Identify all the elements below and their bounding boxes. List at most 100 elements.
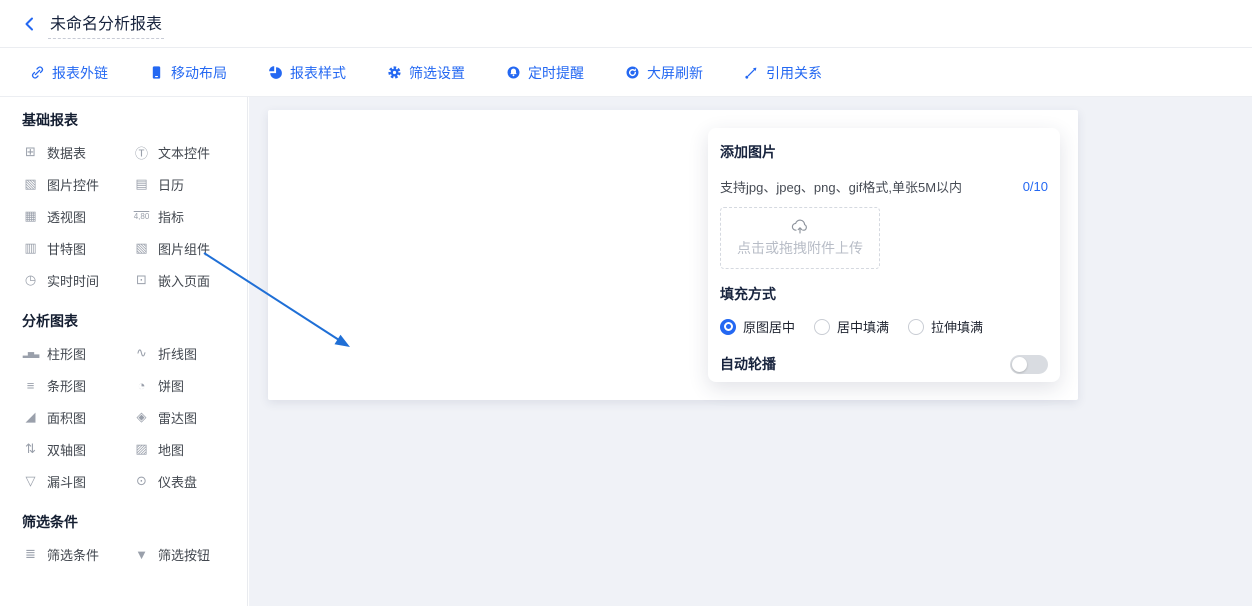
toolbar-item-report-style[interactable]: 报表样式 <box>268 63 346 83</box>
sidebar-item-calendar[interactable]: ▤ 日历 <box>133 168 247 200</box>
sidebar-item-filter-condition[interactable]: ≣ 筛选条件 <box>22 538 133 570</box>
sidebar-item-gantt-chart[interactable]: ▥ 甘特图 <box>22 232 133 264</box>
calendar-icon: ▤ <box>133 176 150 192</box>
report-style-pie-icon <box>268 65 283 80</box>
sidebar-item-line-chart[interactable]: ∿ 折线图 <box>133 337 247 369</box>
sidebar-item-map-chart[interactable]: ▨ 地图 <box>133 433 247 465</box>
sidebar-item-area-chart[interactable]: ◢ 面积图 <box>22 401 133 433</box>
sidebar-item-filter-button[interactable]: ▼ 筛选按钮 <box>133 538 247 570</box>
radio-label: 居中填满 <box>837 317 889 336</box>
radio-unselected-icon[interactable] <box>814 319 830 335</box>
sidebar-item-label: 雷达图 <box>158 408 197 427</box>
sidebar-item-indicator[interactable]: 4,80 指标 <box>133 200 247 232</box>
sidebar-item-bar-chart[interactable]: ≡ 条形图 <box>22 369 133 401</box>
auto-carousel-toggle[interactable] <box>1010 355 1048 374</box>
upload-count: 0/10 <box>1023 179 1048 194</box>
fill-option-stretch-fill[interactable]: 拉伸填满 <box>908 317 983 336</box>
fill-option-center-fill[interactable]: 居中填满 <box>814 317 889 336</box>
format-hint-row: 支持jpg、jpeg、png、gif格式,单张5M以内 0/10 <box>720 177 1048 196</box>
fill-mode-options: 原图居中 居中填满 拉伸填满 <box>720 317 1048 336</box>
radio-unselected-icon[interactable] <box>908 319 924 335</box>
section-title-basic-reports: 基础报表 <box>22 110 247 130</box>
sidebar-item-embed-page[interactable]: ⊡ 嵌入页面 <box>133 264 247 296</box>
sidebar-item-column-chart[interactable]: ▂▅▃ 柱形图 <box>22 337 133 369</box>
analysis-charts-grid: ▂▅▃ 柱形图 ∿ 折线图 ≡ 条形图 ◔ 饼图 ◢ 面积图 ◈ 雷达图 <box>22 337 247 497</box>
area-chart-icon: ◢ <box>22 409 39 425</box>
sidebar-item-realtime-clock[interactable]: ◷ 实时时间 <box>22 264 133 296</box>
toolbar-item-filter-settings[interactable]: 筛选设置 <box>387 63 465 83</box>
sidebar-item-gauge-chart[interactable]: ⊙ 仪表盘 <box>133 465 247 497</box>
report-builder-app: 未命名分析报表 报表外链 移动布局 报表样式 <box>0 0 1252 606</box>
image-settings-panel: 添加图片 支持jpg、jpeg、png、gif格式,单张5M以内 0/10 点击… <box>708 128 1060 382</box>
toolbar-label: 移动布局 <box>171 63 227 83</box>
sidebar-item-label: 文本控件 <box>158 143 210 162</box>
back-button[interactable] <box>20 14 40 34</box>
funnel-chart-icon: ▽ <box>22 473 39 489</box>
sidebar-item-label: 图片控件 <box>47 175 99 194</box>
data-table-icon: ⊞ <box>22 144 39 160</box>
chevron-left-icon <box>22 16 38 32</box>
indicator-icon: 4,80 <box>133 212 150 221</box>
toolbar-label: 报表样式 <box>290 63 346 83</box>
toolbar-label: 大屏刷新 <box>647 63 703 83</box>
sidebar-item-label: 漏斗图 <box>47 472 86 491</box>
section-title-analysis-charts: 分析图表 <box>22 311 247 331</box>
toolbar: 报表外链 移动布局 报表样式 筛选设置 <box>0 49 1252 97</box>
sidebar-item-image-component[interactable]: ▧ 图片组件 <box>133 232 247 264</box>
upload-dropzone[interactable]: 点击或拖拽附件上传 <box>720 207 880 269</box>
toolbar-label: 报表外链 <box>52 63 108 83</box>
toolbar-item-reference-relation[interactable]: 引用关系 <box>744 63 822 83</box>
sidebar-item-label: 甘特图 <box>47 239 86 258</box>
sidebar-item-funnel-chart[interactable]: ▽ 漏斗图 <box>22 465 133 497</box>
image-widget-icon: ▧ <box>22 176 39 192</box>
sidebar-item-label: 实时时间 <box>47 271 99 290</box>
pie-chart-icon: ◔ <box>133 378 150 393</box>
sidebar-item-label: 嵌入页面 <box>158 271 210 290</box>
panel-title: 添加图片 <box>720 142 1048 162</box>
main-area: 添加图片 支持jpg、jpeg、png、gif格式,单张5M以内 0/10 点击… <box>249 97 1252 606</box>
sidebar-item-image-widget[interactable]: ▧ 图片控件 <box>22 168 133 200</box>
sidebar-item-pie-chart[interactable]: ◔ 饼图 <box>133 369 247 401</box>
report-title[interactable]: 未命名分析报表 <box>48 8 164 39</box>
widget-sidebar: 基础报表 ⊞ 数据表 Ⓣ 文本控件 ▧ 图片控件 ▤ 日历 ▦ 透视图 <box>0 97 248 606</box>
gauge-chart-icon: ⊙ <box>133 473 150 489</box>
pivot-table-icon: ▦ <box>22 208 39 224</box>
mobile-layout-icon <box>149 65 164 80</box>
sidebar-item-data-table[interactable]: ⊞ 数据表 <box>22 136 133 168</box>
fill-option-original-center[interactable]: 原图居中 <box>720 317 795 336</box>
bar-chart-icon: ≡ <box>22 378 39 393</box>
sidebar-item-label: 条形图 <box>47 376 86 395</box>
section-title-filter-conditions: 筛选条件 <box>22 512 247 532</box>
sidebar-item-label: 数据表 <box>47 143 86 162</box>
sidebar-item-label: 折线图 <box>158 344 197 363</box>
sidebar-item-radar-chart[interactable]: ◈ 雷达图 <box>133 401 247 433</box>
toolbar-label: 引用关系 <box>766 63 822 83</box>
fill-mode-label: 填充方式 <box>720 284 1048 304</box>
dual-axis-chart-icon: ⇅ <box>22 441 39 457</box>
sidebar-item-pivot-table[interactable]: ▦ 透视图 <box>22 200 133 232</box>
upload-label: 点击或拖拽附件上传 <box>737 238 863 258</box>
toggle-knob <box>1012 357 1027 372</box>
sidebar-item-text-widget[interactable]: Ⓣ 文本控件 <box>133 136 247 168</box>
sidebar-item-label: 筛选条件 <box>47 545 99 564</box>
radio-selected-icon[interactable] <box>720 319 736 335</box>
toolbar-item-external-link[interactable]: 报表外链 <box>30 63 108 83</box>
auto-carousel-row: 自动轮播 <box>720 354 1048 374</box>
filter-button-icon: ▼ <box>133 547 150 562</box>
toolbar-item-mobile-layout[interactable]: 移动布局 <box>149 63 227 83</box>
radio-label: 拉伸填满 <box>931 317 983 336</box>
toolbar-item-scheduled-reminder[interactable]: 定时提醒 <box>506 63 584 83</box>
format-hint: 支持jpg、jpeg、png、gif格式,单张5M以内 <box>720 177 962 196</box>
sidebar-item-dual-axis-chart[interactable]: ⇅ 双轴图 <box>22 433 133 465</box>
image-component-icon: ▧ <box>133 240 150 256</box>
sidebar-item-label: 透视图 <box>47 207 86 226</box>
auto-carousel-label: 自动轮播 <box>720 354 776 374</box>
external-link-icon <box>30 65 45 80</box>
toolbar-item-screen-refresh[interactable]: 大屏刷新 <box>625 63 703 83</box>
cloud-upload-icon <box>791 218 809 235</box>
sidebar-item-label: 面积图 <box>47 408 86 427</box>
sidebar-item-label: 地图 <box>158 440 184 459</box>
sidebar-item-label: 饼图 <box>158 376 184 395</box>
radio-label: 原图居中 <box>743 317 795 336</box>
map-chart-icon: ▨ <box>133 441 150 457</box>
